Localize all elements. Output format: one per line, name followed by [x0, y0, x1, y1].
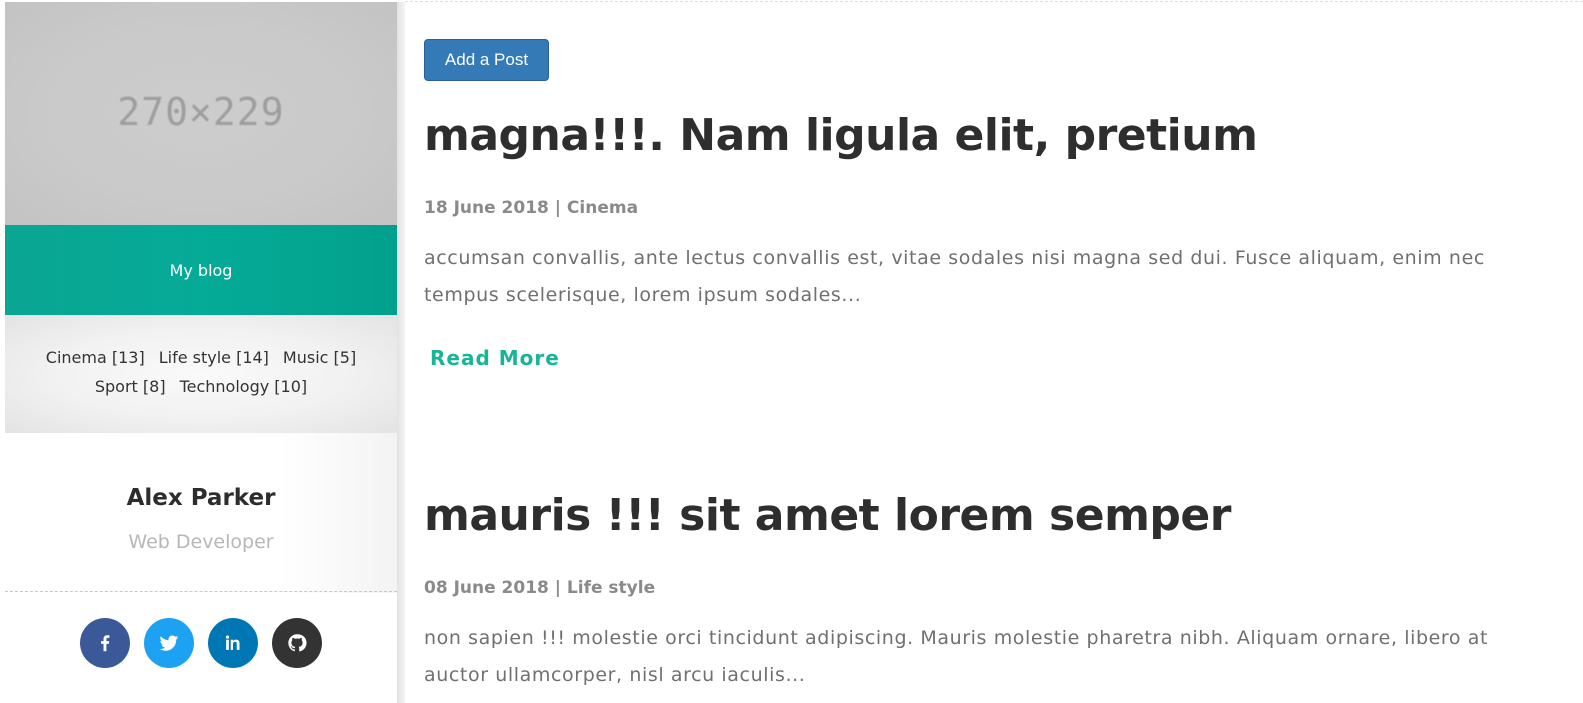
post-excerpt: accumsan convallis, ante lectus convalli…	[424, 247, 1485, 306]
twitter-link[interactable]	[144, 618, 194, 668]
github-icon	[288, 634, 307, 652]
facebook-icon	[101, 635, 110, 652]
social-links	[5, 618, 397, 670]
top-border	[405, 1, 1583, 2]
post-title[interactable]: mauris !!! sit amet lorem semper	[424, 490, 1231, 541]
add-post-button[interactable]: Add a Post	[424, 39, 549, 81]
github-link[interactable]	[272, 618, 322, 668]
read-more-link[interactable]: Read More	[430, 346, 560, 370]
blog-link[interactable]: My blog	[5, 225, 397, 315]
category-life-style[interactable]: Life style [14]	[159, 348, 269, 367]
photo-size-label: 270×229	[117, 90, 285, 134]
facebook-link[interactable]	[80, 618, 130, 668]
category-sport[interactable]: Sport [8]	[95, 377, 166, 396]
profile-photo-placeholder: 270×229	[5, 2, 397, 225]
category-cinema[interactable]: Cinema [13]	[46, 348, 145, 367]
sidebar: 270×229 My blog Cinema [13] Life style […	[5, 2, 397, 703]
profile-role: Web Developer	[128, 531, 274, 553]
category-music[interactable]: Music [5]	[283, 348, 356, 367]
divider	[5, 591, 397, 592]
category-row: Cinema [13] Life style [14] Music [5]	[5, 348, 397, 367]
twitter-icon	[159, 635, 179, 651]
category-technology[interactable]: Technology [10]	[180, 377, 308, 396]
linkedin-link[interactable]	[208, 618, 258, 668]
post-meta: 08 June 2018 | Life style	[424, 578, 656, 598]
sidebar-edge	[397, 2, 405, 703]
category-list: Cinema [13] Life style [14] Music [5] Sp…	[5, 315, 397, 433]
post-excerpt: non sapien !!! molestie orci tincidunt a…	[424, 627, 1489, 686]
profile-name: Alex Parker	[126, 485, 276, 511]
linkedin-icon	[225, 635, 240, 650]
category-row: Sport [8] Technology [10]	[5, 377, 397, 396]
profile-card: Alex Parker Web Developer	[5, 433, 397, 593]
post-title[interactable]: magna!!!. Nam ligula elit, pretium	[424, 110, 1258, 161]
blog-link-label: My blog	[169, 260, 233, 280]
post-meta: 18 June 2018 | Cinema	[424, 198, 639, 218]
